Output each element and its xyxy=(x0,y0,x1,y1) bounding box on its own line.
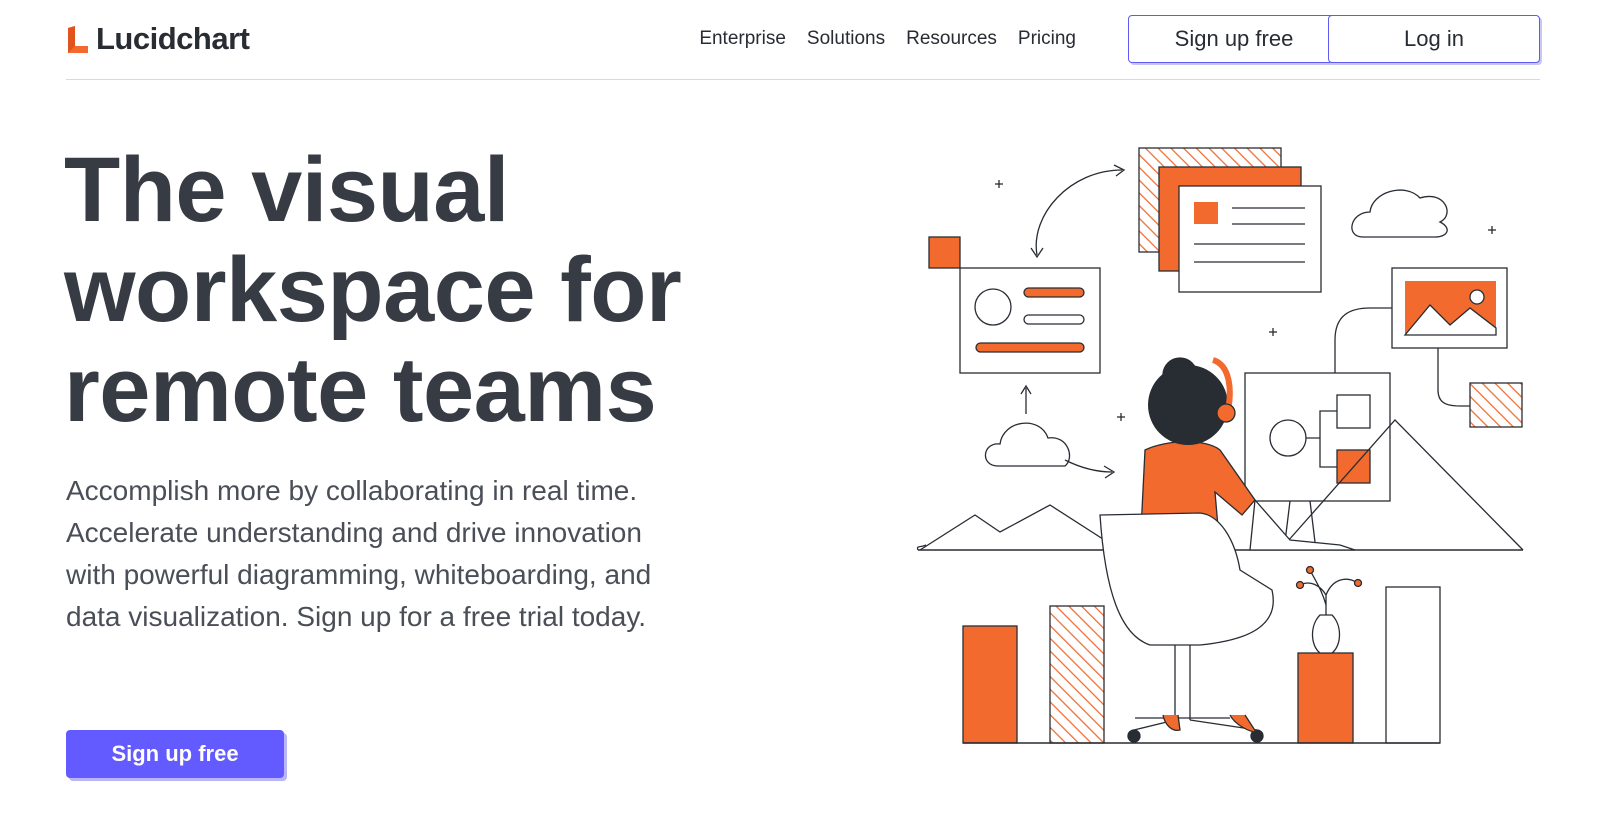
hero-signup-button[interactable]: Sign up free xyxy=(66,730,284,778)
lucidchart-logo-icon xyxy=(68,26,88,53)
lucidchart-logo[interactable]: Lucidchart xyxy=(66,21,250,56)
header-signup-button[interactable]: Sign up free xyxy=(1128,15,1340,63)
hero-title-line3: remote teams xyxy=(64,339,657,441)
site-header: Lucidchart Enterprise Solutions Resource… xyxy=(66,0,1540,80)
logo-text: Lucidchart xyxy=(96,21,250,56)
nav-resources[interactable]: Resources xyxy=(906,27,997,51)
remote-worker-illustration xyxy=(916,147,1524,744)
login-button[interactable]: Log in xyxy=(1328,15,1540,63)
nav-enterprise[interactable]: Enterprise xyxy=(699,27,786,51)
nav-solutions[interactable]: Solutions xyxy=(807,27,885,51)
plus-icon xyxy=(995,180,1003,188)
hero-title: The visual workspace for remote teams xyxy=(64,140,744,440)
hero-title-line2: workspace for xyxy=(64,239,682,341)
main-nav: Enterprise Solutions Resources Pricing xyxy=(678,27,1076,51)
nav-pricing[interactable]: Pricing xyxy=(1018,27,1076,51)
hero-description: Accomplish more by collaborating in real… xyxy=(66,475,652,632)
hero-title-line1: The visual xyxy=(64,139,509,241)
